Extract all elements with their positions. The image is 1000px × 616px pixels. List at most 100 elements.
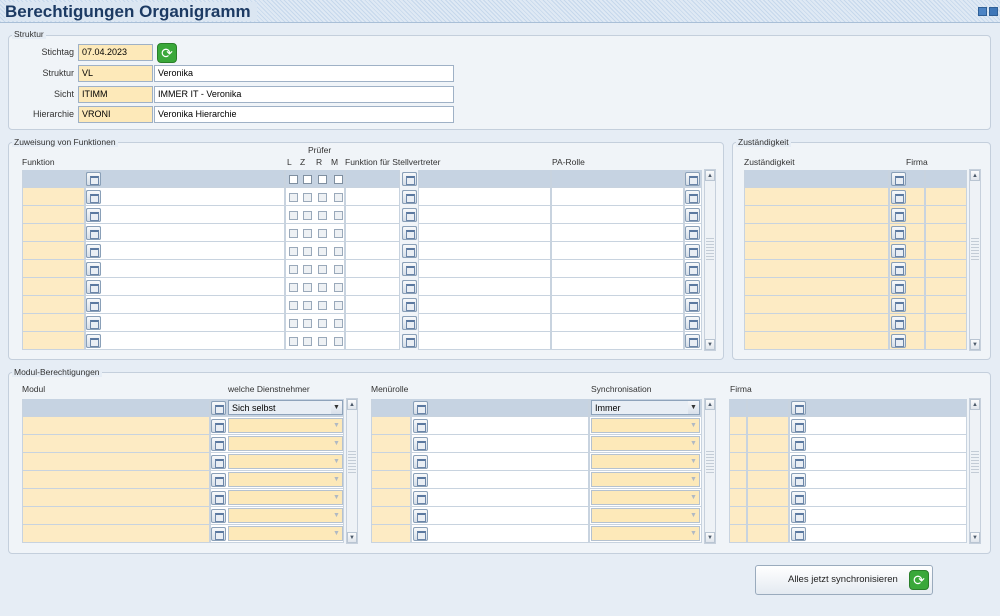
funktion-cell[interactable] xyxy=(22,188,85,206)
zust-firma-cell[interactable] xyxy=(925,242,967,260)
chevron-down-icon[interactable]: ▼ xyxy=(688,527,699,540)
funktion-cell[interactable] xyxy=(22,242,85,260)
stellvertreter-cell[interactable] xyxy=(345,296,400,314)
modul-cell[interactable] xyxy=(22,435,210,453)
zust-firma-cell[interactable] xyxy=(925,260,967,278)
dienstnehmer-select[interactable]: ▼ xyxy=(228,508,343,523)
stellvertreter-cell[interactable] xyxy=(345,170,400,188)
chevron-down-icon[interactable]: ▼ xyxy=(331,401,342,414)
pruefer-l-checkbox[interactable] xyxy=(289,265,298,274)
menuerolle-lookup-icon[interactable] xyxy=(413,419,428,433)
menuerolle-lookup-icon[interactable] xyxy=(413,401,428,415)
sync-select[interactable]: ▼ xyxy=(591,508,700,523)
pruefer-z-checkbox[interactable] xyxy=(303,247,312,256)
pruefer-z-checkbox[interactable] xyxy=(303,175,312,184)
pruefer-r-checkbox[interactable] xyxy=(318,229,327,238)
parolle-lookup-icon[interactable] xyxy=(685,208,700,222)
funktion-lookup-icon[interactable] xyxy=(86,172,101,186)
firma-lookup-icon[interactable] xyxy=(791,419,806,433)
pruefer-z-checkbox[interactable] xyxy=(303,193,312,202)
sync-select[interactable]: ▼ xyxy=(591,490,700,505)
firma-cell[interactable] xyxy=(747,399,789,417)
stellvertreter-lookup-icon[interactable] xyxy=(402,280,417,294)
dienstnehmer-select[interactable]: ▼ xyxy=(228,454,343,469)
pruefer-z-checkbox[interactable] xyxy=(303,283,312,292)
zustaendigkeit-lookup-icon[interactable] xyxy=(891,334,906,348)
zust-firma-cell[interactable] xyxy=(925,170,967,188)
firma-lookup-icon[interactable] xyxy=(791,473,806,487)
pruefer-z-checkbox[interactable] xyxy=(303,319,312,328)
pruefer-m-checkbox[interactable] xyxy=(334,229,343,238)
menuerolle-lookup-icon[interactable] xyxy=(413,509,428,523)
scroll-grip[interactable] xyxy=(971,451,979,473)
stellvertreter-lookup-icon[interactable] xyxy=(402,334,417,348)
stellvertreter-cell[interactable] xyxy=(345,188,400,206)
pruefer-m-checkbox[interactable] xyxy=(334,319,343,328)
dienstnehmer-select[interactable]: ▼ xyxy=(228,436,343,451)
funktion-lookup-icon[interactable] xyxy=(86,190,101,204)
scroll-down-icon[interactable]: ▼ xyxy=(970,532,980,543)
modul-cell[interactable] xyxy=(22,489,210,507)
funktion-lookup-icon[interactable] xyxy=(86,298,101,312)
firma-cell[interactable] xyxy=(747,489,789,507)
firma-lookup-icon[interactable] xyxy=(791,455,806,469)
pruefer-r-checkbox[interactable] xyxy=(318,211,327,220)
zustaendigkeit-cell[interactable] xyxy=(744,332,889,350)
pruefer-l-checkbox[interactable] xyxy=(289,337,298,346)
firma-lookup-icon[interactable] xyxy=(791,491,806,505)
zustaendigkeit-lookup-icon[interactable] xyxy=(891,208,906,222)
zust-firma-cell[interactable] xyxy=(925,224,967,242)
stellvertreter-lookup-icon[interactable] xyxy=(402,298,417,312)
pruefer-m-checkbox[interactable] xyxy=(334,175,343,184)
pruefer-r-checkbox[interactable] xyxy=(318,283,327,292)
parolle-cell[interactable] xyxy=(551,170,684,188)
menuerolle-lookup-icon[interactable] xyxy=(413,455,428,469)
firma-cell[interactable] xyxy=(747,417,789,435)
menuerolle-code-cell[interactable] xyxy=(371,489,411,507)
pruefer-r-checkbox[interactable] xyxy=(318,247,327,256)
pruefer-l-checkbox[interactable] xyxy=(289,247,298,256)
scroll-down-icon[interactable]: ▼ xyxy=(705,339,715,350)
zust-firma-cell[interactable] xyxy=(925,278,967,296)
zustaendigkeit-lookup-icon[interactable] xyxy=(891,298,906,312)
firma-lookup-icon[interactable] xyxy=(791,509,806,523)
firma-code-cell[interactable] xyxy=(729,525,747,543)
zustaendigkeit-cell[interactable] xyxy=(744,260,889,278)
chevron-down-icon[interactable]: ▼ xyxy=(688,473,699,486)
chevron-down-icon[interactable]: ▼ xyxy=(688,401,699,414)
firma-code-cell[interactable] xyxy=(729,417,747,435)
pruefer-z-checkbox[interactable] xyxy=(303,337,312,346)
funktion-lookup-icon[interactable] xyxy=(86,280,101,294)
pruefer-r-checkbox[interactable] xyxy=(318,337,327,346)
menuerolle-lookup-icon[interactable] xyxy=(413,473,428,487)
chevron-down-icon[interactable]: ▼ xyxy=(331,473,342,486)
scroll-up-icon[interactable]: ▲ xyxy=(705,399,715,410)
pruefer-z-checkbox[interactable] xyxy=(303,265,312,274)
pruefer-r-checkbox[interactable] xyxy=(318,301,327,310)
pruefer-l-checkbox[interactable] xyxy=(289,301,298,310)
zust-firma-cell[interactable] xyxy=(925,332,967,350)
parolle-cell[interactable] xyxy=(551,278,684,296)
scroll-up-icon[interactable]: ▲ xyxy=(970,399,980,410)
modul-scrollbar[interactable]: ▲ ▼ xyxy=(346,398,358,544)
funktion-cell[interactable] xyxy=(22,206,85,224)
parolle-lookup-icon[interactable] xyxy=(685,316,700,330)
zustaendigkeit-cell[interactable] xyxy=(744,296,889,314)
zustaendigkeit-cell[interactable] xyxy=(744,278,889,296)
funktion-cell[interactable] xyxy=(22,224,85,242)
parolle-lookup-icon[interactable] xyxy=(685,226,700,240)
parolle-lookup-icon[interactable] xyxy=(685,262,700,276)
pruefer-m-checkbox[interactable] xyxy=(334,337,343,346)
pruefer-z-checkbox[interactable] xyxy=(303,211,312,220)
parolle-lookup-icon[interactable] xyxy=(685,334,700,348)
pruefer-l-checkbox[interactable] xyxy=(289,319,298,328)
firma-code-cell[interactable] xyxy=(729,435,747,453)
stichtag-input[interactable]: 07.04.2023 xyxy=(78,44,153,61)
funktion-cell[interactable] xyxy=(22,296,85,314)
zustaendigkeit-scrollbar[interactable]: ▲ ▼ xyxy=(969,169,981,351)
parolle-cell[interactable] xyxy=(551,224,684,242)
stellvertreter-lookup-icon[interactable] xyxy=(402,172,417,186)
sync-select[interactable]: ▼ xyxy=(591,526,700,541)
stellvertreter-lookup-icon[interactable] xyxy=(402,244,417,258)
pruefer-r-checkbox[interactable] xyxy=(318,265,327,274)
